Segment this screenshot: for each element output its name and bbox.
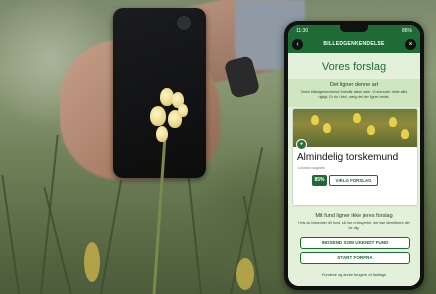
leaf-icon: ● [296, 139, 307, 150]
flower-icon [178, 104, 188, 117]
close-icon[interactable]: × [405, 39, 416, 50]
flower-icon [401, 129, 409, 139]
camera-lens-icon [175, 14, 193, 32]
species-name: Almindelig torskemund [297, 152, 399, 163]
species-photo [293, 109, 417, 147]
flower-icon [323, 123, 331, 133]
footer-text: Fundene og andre brugere vil fastlage [321, 273, 387, 277]
no-match-question: Mit fund ligner ikke jeres forslag [315, 213, 393, 219]
page-title: Vores forslag [321, 61, 387, 73]
phone-screen: 11:30 86% ‹ BILLEDGENKENDELSE × Vores fo… [288, 25, 420, 286]
phone-notch [340, 25, 368, 32]
grass-blade [1, 175, 20, 294]
intro-subtitle: Det ligner denne art [329, 82, 379, 88]
background-flower [236, 258, 254, 290]
flower-icon [311, 115, 319, 125]
content-pane: Vores forslag Det ligner denne art Vores… [288, 53, 420, 286]
flower-icon [156, 126, 168, 142]
status-time: 11:30 [296, 28, 309, 34]
app-header: ‹ BILLEDGENKENDELSE × [288, 37, 420, 53]
restart-button[interactable]: START FORFRA [300, 252, 410, 264]
grass-blade [43, 187, 72, 294]
status-battery: 86% [401, 28, 412, 34]
background-flower [84, 242, 100, 282]
latin-name: Linaria vulgaris [298, 165, 325, 170]
status-bar: 11:30 86% [288, 25, 420, 37]
choose-suggestion-button[interactable]: VÆLG FORSLAG [329, 175, 378, 186]
suggestion-card[interactable]: ● Almindelig torskemund Linaria vulgaris… [292, 108, 418, 206]
intro-description: Vores billedgenkendelse foreslår disse a… [300, 90, 408, 99]
confidence-badge: 85% [312, 175, 327, 186]
phone-device: 11:30 86% ‹ BILLEDGENKENDELSE × Vores fo… [284, 21, 424, 290]
flower-icon [150, 106, 166, 126]
flower-icon [367, 125, 375, 135]
flower-icon [389, 117, 397, 127]
no-match-description: Hvis du indsender dit fund, så har vi ek… [298, 221, 410, 230]
submit-unknown-button[interactable]: INDSEND SOM UKENDT FUND [300, 237, 410, 249]
divider [288, 206, 420, 207]
intro-band: Det ligner denne art Vores billedgenkend… [288, 79, 420, 107]
flower-icon [353, 113, 361, 123]
header-title: BILLEDGENKENDELSE [323, 41, 385, 47]
